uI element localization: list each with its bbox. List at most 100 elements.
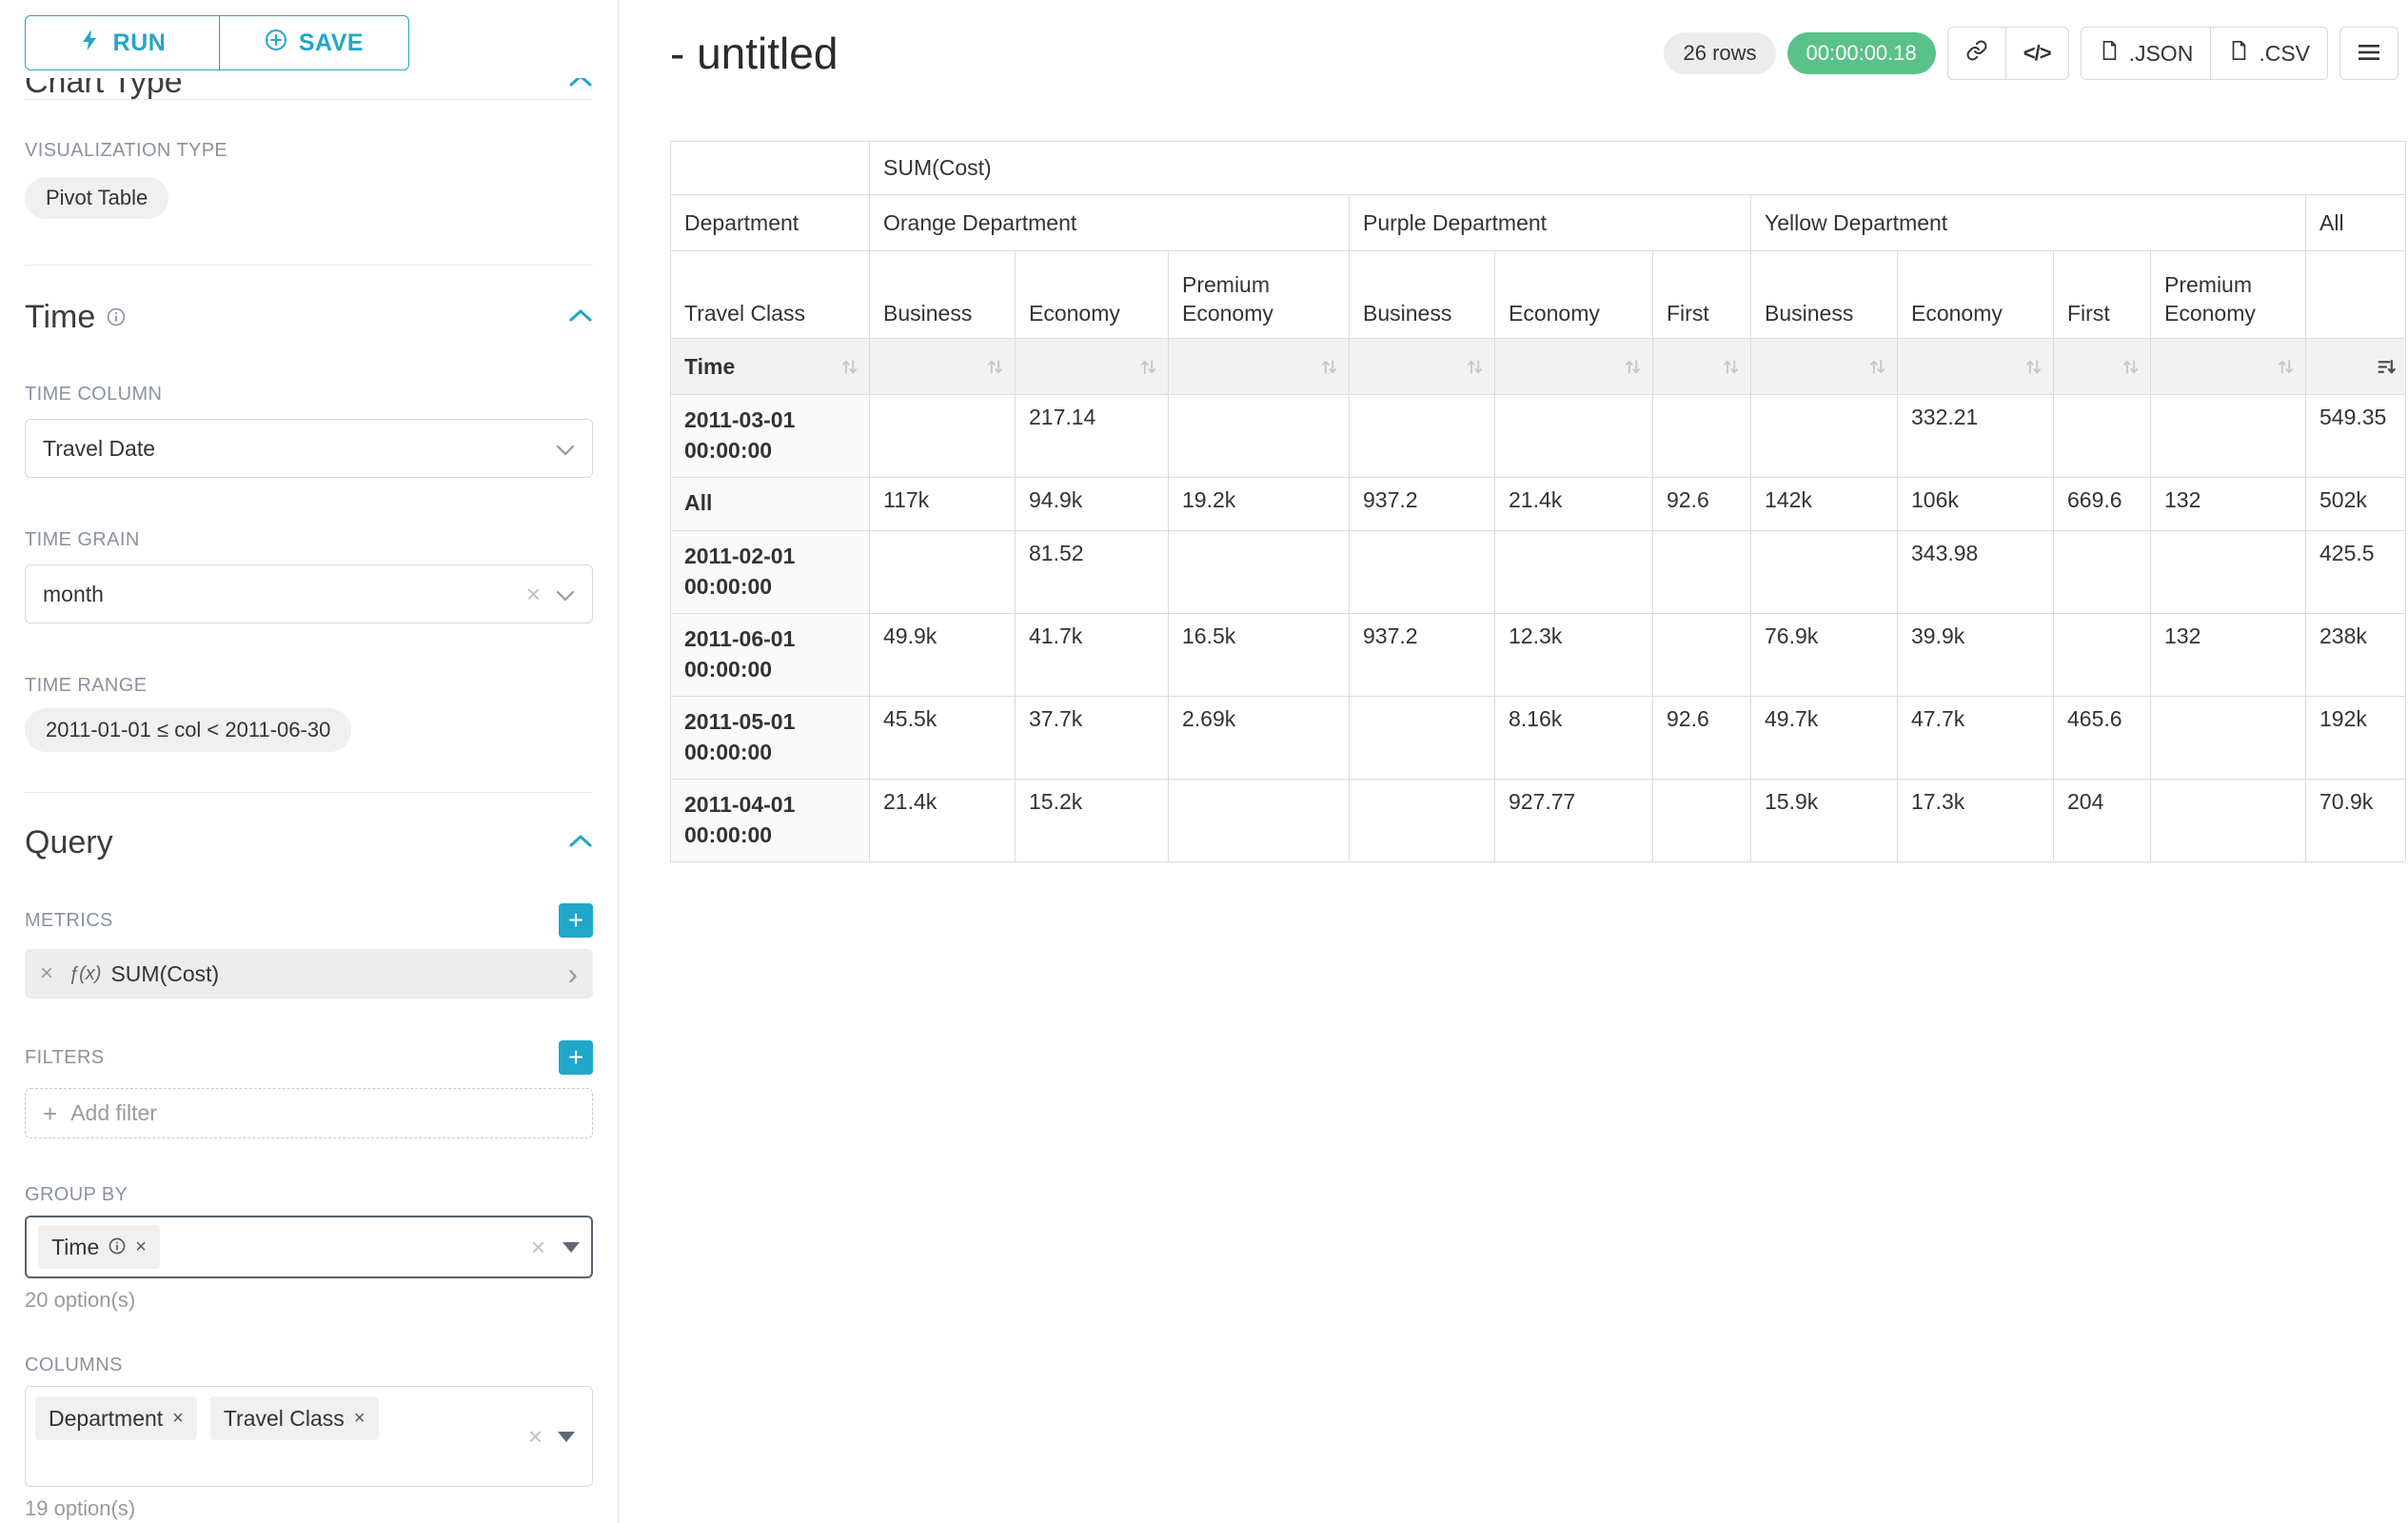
chevron-right-icon[interactable]: ›: [567, 959, 578, 989]
columns-tag[interactable]: Department ×: [35, 1396, 197, 1440]
run-button[interactable]: RUN: [25, 15, 220, 70]
export-csv-button[interactable]: .CSV: [2210, 27, 2328, 80]
row-label-cell[interactable]: 2011-02-01 00:00:00: [671, 531, 870, 614]
value-cell: [1169, 780, 1350, 862]
columns-select[interactable]: Department × Travel Class × ×: [25, 1386, 593, 1487]
value-cell: 70.9k: [2306, 780, 2406, 862]
department-group-cell[interactable]: Yellow Department: [1751, 195, 2306, 251]
sort-toggle-icon[interactable]: [1465, 357, 1485, 377]
row-label-cell[interactable]: 2011-05-01 00:00:00: [671, 697, 870, 780]
query-section-header[interactable]: Query: [25, 823, 593, 861]
collapse-chevron-up-icon[interactable]: [568, 833, 593, 853]
value-cell: 132: [2151, 478, 2306, 531]
sort-toggle-icon[interactable]: [1623, 357, 1643, 377]
travel-class-cell[interactable]: Business: [870, 251, 1016, 339]
metric-header-row: SUM(Cost): [671, 142, 2406, 195]
collapse-chevron-up-icon[interactable]: [568, 307, 593, 327]
all-column-spacer-cell: [2306, 251, 2406, 339]
travel-class-cell[interactable]: First: [2054, 251, 2151, 339]
group-by-tag-label: Time: [51, 1235, 99, 1260]
sort-desc-active-icon[interactable]: [2376, 357, 2396, 377]
copy-link-button[interactable]: [1947, 27, 2006, 80]
pivot-data-row: 2011-02-01 00:00:0081.52343.98425.5: [671, 531, 2406, 614]
sort-header-row: Time: [671, 339, 2406, 395]
remove-icon[interactable]: ×: [172, 1409, 184, 1428]
group-by-tag[interactable]: Time ×: [38, 1225, 160, 1269]
sort-toggle-icon[interactable]: [2023, 357, 2043, 377]
travel-class-cell[interactable]: Economy: [1495, 251, 1653, 339]
metric-chip[interactable]: × ƒ(x) SUM(Cost) ›: [25, 949, 593, 999]
time-grain-select[interactable]: month ×: [25, 564, 593, 623]
columns-tag[interactable]: Travel Class ×: [210, 1396, 379, 1440]
clear-icon[interactable]: ×: [528, 1424, 543, 1449]
time-range-pill[interactable]: 2011-01-01 ≤ col < 2011-06-30: [25, 708, 351, 752]
value-cell: 81.52: [1016, 531, 1169, 614]
travel-class-cell[interactable]: Premium Economy: [1169, 251, 1350, 339]
sort-toggle-icon[interactable]: [1319, 357, 1339, 377]
view-query-button[interactable]: </>: [2005, 27, 2069, 80]
export-json-button[interactable]: .JSON: [2081, 27, 2212, 80]
sort-toggle-icon[interactable]: [985, 357, 1005, 377]
group-by-select[interactable]: Time × ×: [25, 1216, 593, 1278]
time-column-select[interactable]: Travel Date: [25, 419, 593, 478]
travel-class-cell[interactable]: Economy: [1898, 251, 2054, 339]
travel-class-cell[interactable]: First: [1653, 251, 1751, 339]
row-label-cell[interactable]: 2011-04-01 00:00:00: [671, 780, 870, 862]
travel-class-cell[interactable]: Business: [1350, 251, 1495, 339]
column-sort-cell[interactable]: [870, 339, 1016, 395]
value-cell: 94.9k: [1016, 478, 1169, 531]
remove-icon[interactable]: ×: [135, 1237, 147, 1256]
sort-toggle-icon[interactable]: [839, 357, 859, 377]
divider: [25, 99, 593, 100]
department-dimension-cell: Department: [671, 195, 870, 251]
value-cell: [2054, 614, 2151, 697]
column-sort-cell-active[interactable]: [2306, 339, 2406, 395]
sort-toggle-icon[interactable]: [1867, 357, 1887, 377]
time-section-header[interactable]: Time: [25, 298, 593, 336]
remove-icon[interactable]: ×: [40, 962, 53, 985]
chevron-up-icon[interactable]: [568, 78, 593, 92]
export-csv-label: .CSV: [2259, 41, 2310, 67]
sort-toggle-icon[interactable]: [2121, 357, 2141, 377]
clear-icon[interactable]: ×: [526, 582, 541, 606]
department-group-cell[interactable]: Orange Department: [870, 195, 1350, 251]
value-cell: [2054, 395, 2151, 478]
chevron-down-icon: [556, 436, 575, 462]
pivot-data-row: 2011-03-01 00:00:00217.14332.21549.35: [671, 395, 2406, 478]
add-metric-button[interactable]: +: [559, 903, 593, 938]
all-column-header-cell[interactable]: All: [2306, 195, 2406, 251]
column-sort-cell[interactable]: [2151, 339, 2306, 395]
travel-class-cell[interactable]: Premium Economy: [2151, 251, 2306, 339]
value-cell: 549.35: [2306, 395, 2406, 478]
add-filter-button[interactable]: + Add filter: [25, 1088, 593, 1138]
viz-type-pill[interactable]: Pivot Table: [25, 177, 168, 219]
row-label-cell[interactable]: 2011-03-01 00:00:00: [671, 395, 870, 478]
travel-class-cell[interactable]: Economy: [1016, 251, 1169, 339]
add-filter-plus-button[interactable]: +: [559, 1040, 593, 1075]
value-cell: 8.16k: [1495, 697, 1653, 780]
column-sort-cell[interactable]: [1350, 339, 1495, 395]
time-row-dimension-cell[interactable]: Time: [671, 339, 870, 395]
menu-button[interactable]: [2339, 27, 2398, 80]
value-cell: 937.2: [1350, 478, 1495, 531]
sort-toggle-icon[interactable]: [2276, 357, 2296, 377]
chart-title[interactable]: - untitled: [670, 29, 838, 78]
group-by-label: GROUP BY: [25, 1184, 593, 1206]
travel-class-cell[interactable]: Business: [1751, 251, 1898, 339]
row-label-cell[interactable]: 2011-06-01 00:00:00: [671, 614, 870, 697]
sort-toggle-icon[interactable]: [1138, 357, 1158, 377]
column-sort-cell[interactable]: [2054, 339, 2151, 395]
column-sort-cell[interactable]: [1169, 339, 1350, 395]
column-sort-cell[interactable]: [1016, 339, 1169, 395]
remove-icon[interactable]: ×: [354, 1409, 365, 1428]
column-sort-cell[interactable]: [1751, 339, 1898, 395]
column-sort-cell[interactable]: [1495, 339, 1653, 395]
value-cell: [2151, 780, 2306, 862]
row-label-cell[interactable]: All: [671, 478, 870, 531]
column-sort-cell[interactable]: [1898, 339, 2054, 395]
save-button[interactable]: SAVE: [219, 15, 409, 70]
sort-toggle-icon[interactable]: [1721, 357, 1741, 377]
department-group-cell[interactable]: Purple Department: [1350, 195, 1751, 251]
clear-icon[interactable]: ×: [531, 1235, 545, 1259]
column-sort-cell[interactable]: [1653, 339, 1751, 395]
